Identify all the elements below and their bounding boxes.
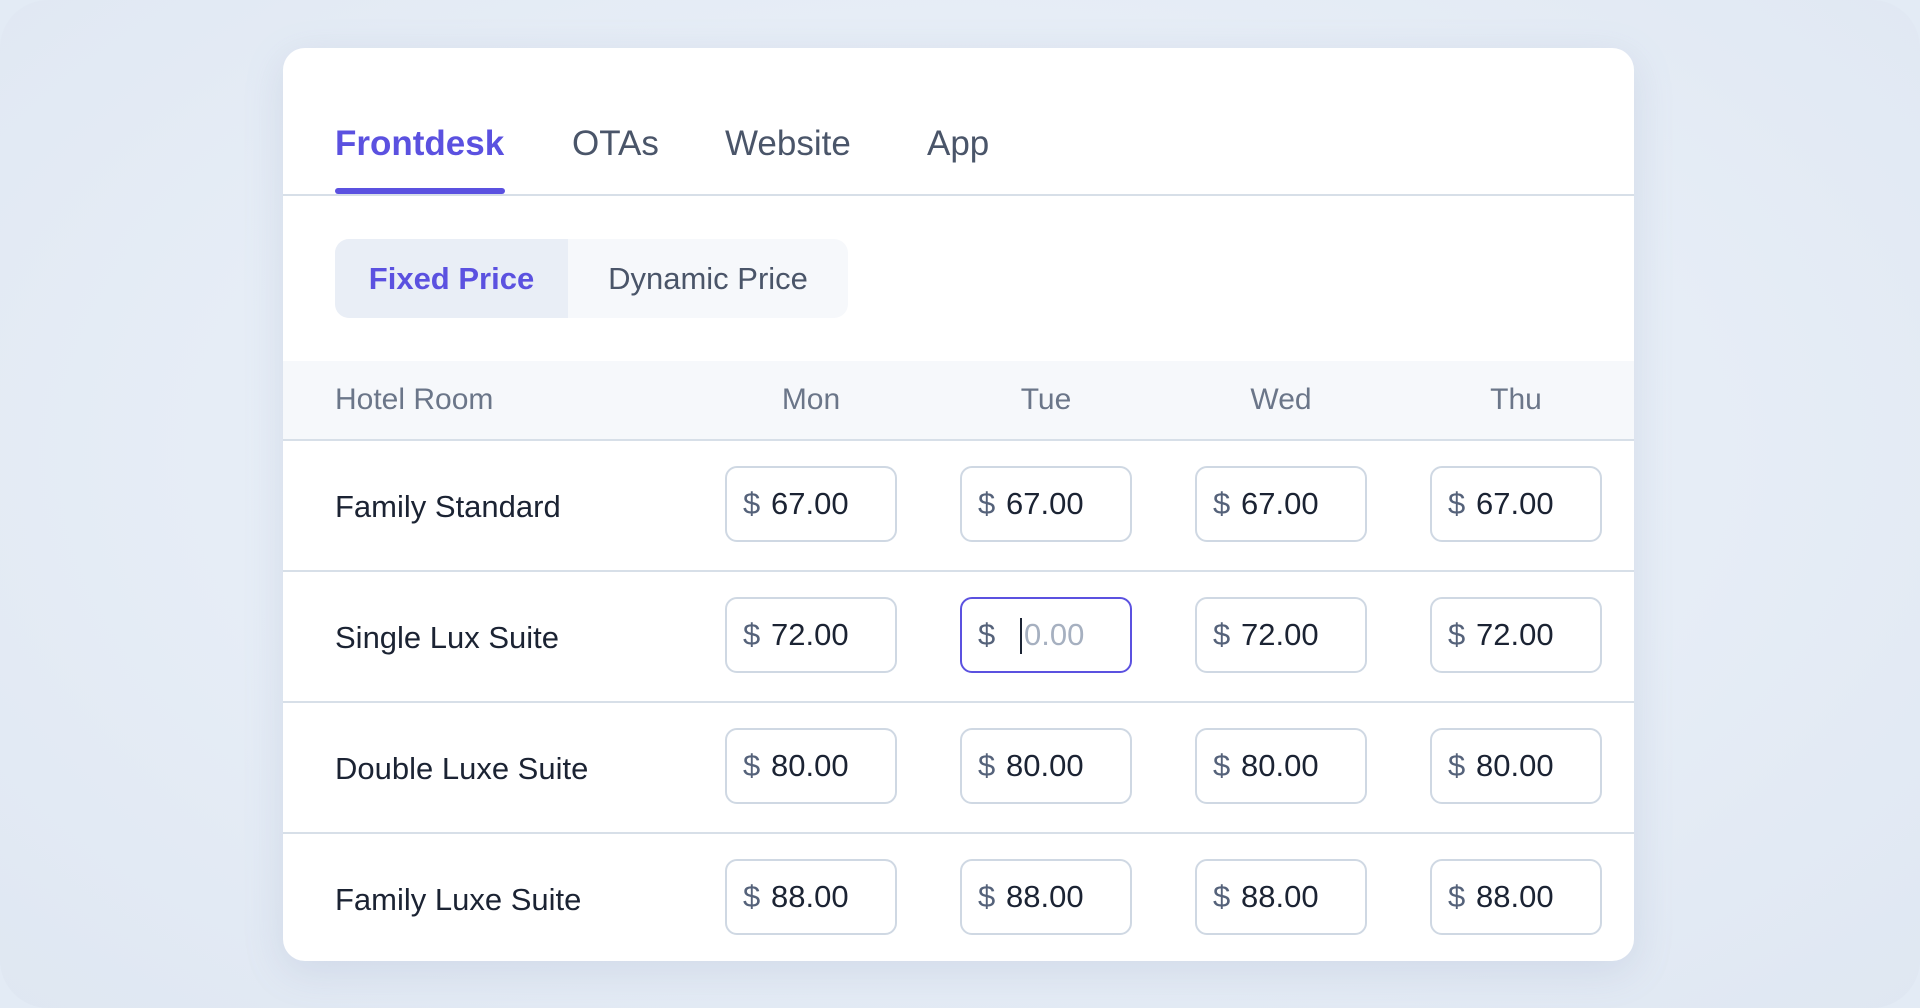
price-input[interactable]: [1006, 730, 1126, 802]
dollar-icon: $: [1448, 748, 1466, 783]
dollar-icon: $: [1213, 486, 1231, 521]
price-input[interactable]: [1241, 861, 1361, 933]
tab-app[interactable]: App: [927, 124, 989, 164]
column-header-tue: Tue: [1020, 383, 1072, 416]
table-header: Hotel Room Mon Tue Wed Thu: [283, 361, 1634, 441]
price-input[interactable]: [1241, 468, 1361, 540]
price-input[interactable]: [771, 730, 891, 802]
price-field[interactable]: $: [1430, 597, 1602, 673]
dollar-icon: $: [1213, 748, 1231, 783]
price-field[interactable]: $: [960, 728, 1132, 804]
table-row: Family Luxe Suite $ $ $ $: [283, 834, 1634, 961]
column-header-mon: Mon: [781, 383, 841, 416]
price-field[interactable]: $: [1430, 728, 1602, 804]
price-input[interactable]: [771, 468, 891, 540]
price-field[interactable]: $: [725, 466, 897, 542]
price-field[interactable]: $: [725, 859, 897, 935]
dollar-icon: $: [743, 617, 761, 652]
fixed-price-button[interactable]: Fixed Price: [335, 239, 568, 318]
price-input[interactable]: [771, 599, 891, 671]
price-field[interactable]: $: [1430, 859, 1602, 935]
tab-website[interactable]: Website: [725, 124, 851, 164]
table-row: Double Luxe Suite $ $ $ $: [283, 703, 1634, 834]
price-input[interactable]: [1476, 599, 1596, 671]
room-name: Family Standard: [335, 489, 561, 524]
price-field[interactable]: $: [1195, 597, 1367, 673]
price-input[interactable]: [1241, 599, 1361, 671]
active-tab-indicator: [335, 188, 505, 194]
price-field[interactable]: $: [725, 597, 897, 673]
channel-tabs: Frontdesk OTAs Website App: [283, 48, 1634, 196]
price-input[interactable]: [1476, 468, 1596, 540]
price-input[interactable]: [1476, 861, 1596, 933]
dollar-icon: $: [743, 879, 761, 914]
price-field[interactable]: $: [1195, 859, 1367, 935]
price-field-focused[interactable]: $: [960, 597, 1144, 673]
dollar-icon: $: [978, 486, 996, 521]
room-name: Double Luxe Suite: [335, 751, 589, 786]
dollar-icon: $: [1213, 617, 1231, 652]
tab-otas[interactable]: OTAs: [572, 124, 659, 164]
room-name: Family Luxe Suite: [335, 882, 582, 917]
table-row: Single Lux Suite $ $ $ $: [283, 572, 1634, 703]
room-name: Single Lux Suite: [335, 620, 560, 655]
dollar-icon: $: [743, 486, 761, 521]
dollar-icon: $: [978, 879, 996, 914]
dollar-icon: $: [1448, 879, 1466, 914]
price-field[interactable]: $: [960, 466, 1132, 542]
column-header-thu: Thu: [1490, 383, 1542, 416]
pricing-card: Frontdesk OTAs Website App Fixed Price D…: [283, 48, 1634, 961]
dollar-icon: $: [1448, 486, 1466, 521]
pricing-mode-toggle: Fixed Price Dynamic Price: [335, 239, 848, 318]
dollar-icon: $: [1448, 617, 1466, 652]
tab-frontdesk[interactable]: Frontdesk: [335, 124, 504, 164]
column-header-hotel-room: Hotel Room: [335, 383, 494, 416]
price-field[interactable]: $: [1195, 466, 1367, 542]
price-field[interactable]: $: [960, 859, 1132, 935]
dollar-icon: $: [1213, 879, 1231, 914]
price-field[interactable]: $: [1430, 466, 1602, 542]
column-header-wed: Wed: [1250, 383, 1312, 416]
price-input[interactable]: [1024, 599, 1144, 671]
table-row: Family Standard $ $ $ $: [283, 441, 1634, 572]
text-caret: [1020, 618, 1022, 654]
price-input[interactable]: [1241, 730, 1361, 802]
dollar-icon: $: [743, 748, 761, 783]
price-input[interactable]: [771, 861, 891, 933]
dollar-icon: $: [978, 617, 996, 652]
price-input[interactable]: [1006, 861, 1126, 933]
price-field[interactable]: $: [1195, 728, 1367, 804]
price-input[interactable]: [1006, 468, 1126, 540]
price-input[interactable]: [1476, 730, 1596, 802]
price-field[interactable]: $: [725, 728, 897, 804]
dollar-icon: $: [978, 748, 996, 783]
dynamic-price-button[interactable]: Dynamic Price: [568, 239, 848, 318]
